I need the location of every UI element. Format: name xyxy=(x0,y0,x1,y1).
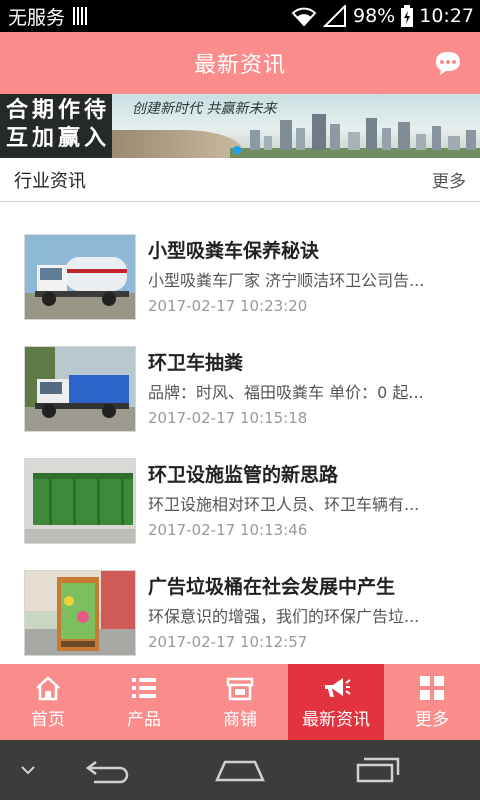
battery-icon xyxy=(401,5,414,27)
banner-char: 互 xyxy=(5,126,28,151)
tab-products[interactable]: 产品 xyxy=(96,664,192,740)
sim-icon xyxy=(73,7,90,25)
tab-label: 更多 xyxy=(415,709,449,730)
news-thumbnail xyxy=(24,458,136,544)
tab-label: 最新资讯 xyxy=(302,709,370,730)
tab-latest-news[interactable]: 最新资讯 xyxy=(288,664,384,740)
banner-text-block: 合 期 作 待 互 加 赢 入 xyxy=(0,94,112,158)
banner-char: 加 xyxy=(31,126,54,151)
wifi-icon xyxy=(291,7,317,26)
news-date: 2017-02-17 10:13:46 xyxy=(148,521,308,539)
banner-hand-image xyxy=(112,130,242,158)
news-date: 2017-02-17 10:23:20 xyxy=(148,297,308,315)
tab-label: 商铺 xyxy=(223,709,257,730)
banner-char: 作 xyxy=(57,98,80,123)
recents-button[interactable] xyxy=(346,740,410,800)
banner-char: 待 xyxy=(83,98,106,123)
tab-shops[interactable]: 商铺 xyxy=(192,664,288,740)
bottom-tab-bar: 首页 产品 商铺 最新资讯 更多 xyxy=(0,664,480,740)
news-title: 广告垃圾桶在社会发展中产生 xyxy=(148,576,396,598)
system-nav-bar xyxy=(0,740,480,800)
banner-char: 入 xyxy=(83,126,106,151)
section-header: 行业资讯 更多 xyxy=(0,158,480,202)
clock: 10:27 xyxy=(419,5,474,27)
app-header: 最新资讯 xyxy=(0,32,480,94)
home-icon xyxy=(36,675,60,700)
carrier-label: 无服务 xyxy=(8,6,66,29)
banner-char: 赢 xyxy=(57,126,80,151)
battery-percent: 98% xyxy=(353,5,396,27)
news-summary: 环卫设施相对环卫人员、环卫车辆有... xyxy=(148,495,420,514)
news-thumbnail xyxy=(24,570,136,656)
back-button[interactable] xyxy=(76,740,140,800)
news-summary: 小型吸粪车厂家 济宁顺洁环卫公司告... xyxy=(148,271,425,290)
more-link[interactable]: 更多 xyxy=(432,167,466,192)
grid-icon xyxy=(420,675,444,700)
city-skyline-image xyxy=(230,114,480,158)
news-item[interactable]: 小型吸粪车保养秘诀 小型吸粪车厂家 济宁顺洁环卫公司告... 2017-02-1… xyxy=(0,222,480,334)
news-title: 环卫车抽粪 xyxy=(148,352,244,374)
news-title: 环卫设施监管的新思路 xyxy=(148,464,339,486)
status-bar: 无服务 98% 10:27 xyxy=(0,0,480,32)
home-button[interactable] xyxy=(208,740,272,800)
chat-bubble-icon[interactable] xyxy=(434,49,462,77)
news-date: 2017-02-17 10:12:57 xyxy=(148,633,308,651)
banner-char: 期 xyxy=(31,98,54,123)
tab-home[interactable]: 首页 xyxy=(0,664,96,740)
hide-keyboard-button[interactable] xyxy=(10,740,46,800)
news-thumbnail xyxy=(24,346,136,432)
news-title: 小型吸粪车保养秘诀 xyxy=(148,240,320,262)
news-summary: 环保意识的增强，我们的环保广告垃... xyxy=(148,607,420,626)
section-title: 行业资讯 xyxy=(14,170,86,192)
signal-icon xyxy=(323,5,346,27)
news-item[interactable]: 环卫设施监管的新思路 环卫设施相对环卫人员、环卫车辆有... 2017-02-1… xyxy=(0,446,480,558)
news-date: 2017-02-17 10:15:18 xyxy=(148,409,308,427)
carousel-indicator-dot[interactable] xyxy=(233,146,241,154)
tab-label: 首页 xyxy=(31,709,65,730)
megaphone-icon xyxy=(325,677,351,697)
list-icon xyxy=(132,677,156,698)
banner-char: 合 xyxy=(5,98,28,123)
recent-apps-icon xyxy=(356,757,400,783)
page-title: 最新资讯 xyxy=(193,53,286,78)
chevron-down-icon xyxy=(21,766,35,775)
news-summary: 品牌：时风、福田吸粪车 单价：0 起... xyxy=(148,383,424,402)
home-house-icon xyxy=(215,760,265,782)
back-arrow-icon xyxy=(85,761,129,784)
promo-banner[interactable]: 合 期 作 待 互 加 赢 入 创建新时代 共赢新未来 xyxy=(0,94,480,158)
news-thumbnail xyxy=(24,234,136,320)
news-item[interactable]: 环卫车抽粪 品牌：时风、福田吸粪车 单价：0 起... 2017-02-17 1… xyxy=(0,334,480,446)
tab-more[interactable]: 更多 xyxy=(384,664,480,740)
shop-icon xyxy=(226,677,254,700)
news-item[interactable]: 广告垃圾桶在社会发展中产生 环保意识的增强，我们的环保广告垃... 2017-0… xyxy=(0,558,480,670)
tab-label: 产品 xyxy=(127,709,161,730)
